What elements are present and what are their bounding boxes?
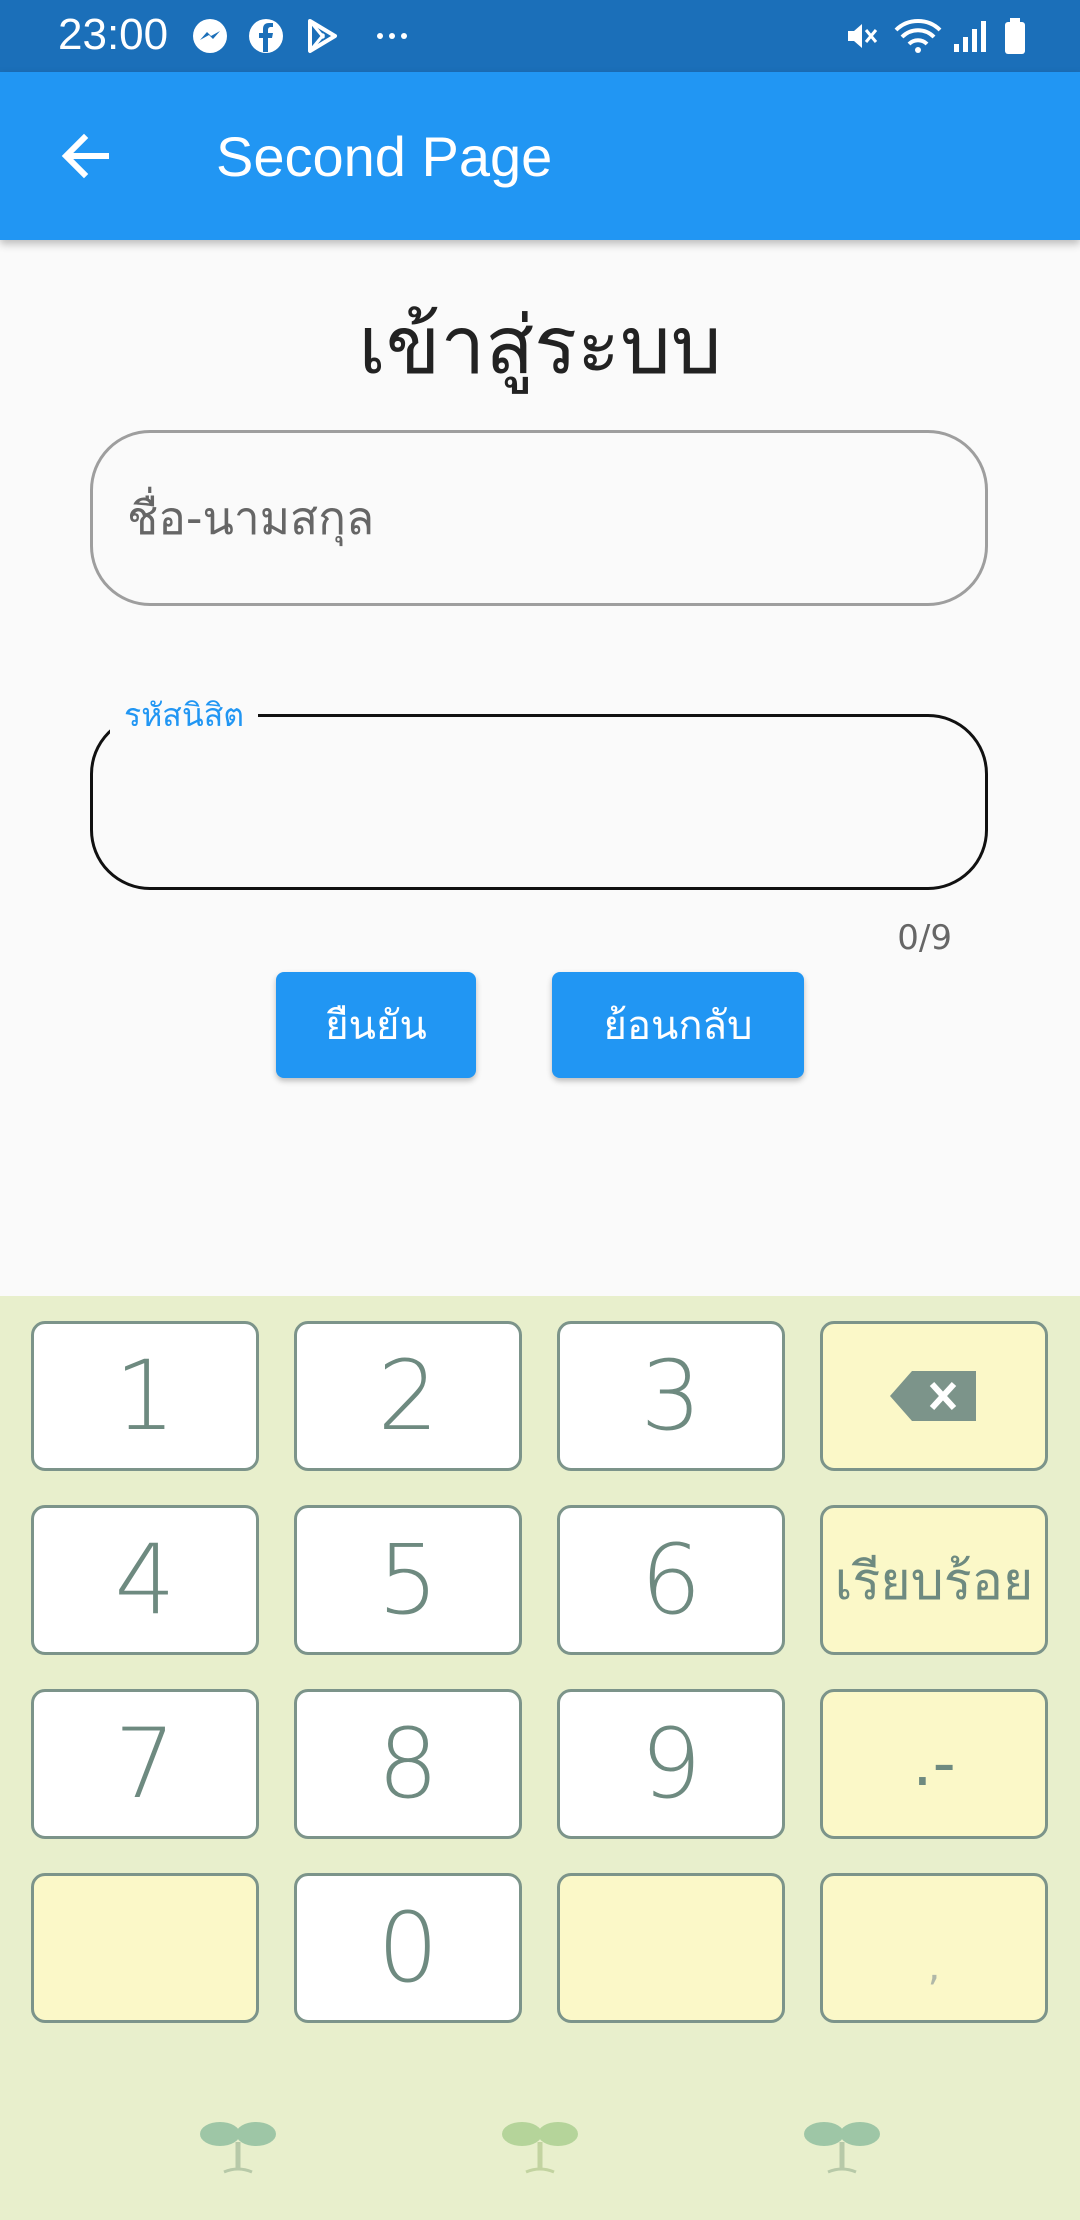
key-8[interactable]: 8 [294, 1689, 522, 1839]
blank-key-right[interactable] [557, 1873, 785, 2023]
key-4[interactable]: 4 [31, 1505, 259, 1655]
confirm-button[interactable]: ยืนยัน [276, 972, 476, 1078]
mute-icon [848, 24, 878, 48]
key-1[interactable]: 1 [31, 1321, 259, 1471]
comma-key[interactable]: , [820, 1873, 1048, 2023]
key-6[interactable]: 6 [557, 1505, 785, 1655]
dot-dash-key[interactable]: .- [820, 1689, 1048, 1839]
sprout-icon [200, 2122, 276, 2174]
key-0[interactable]: 0 [294, 1873, 522, 2023]
app-bar-title: Second Page [216, 125, 553, 188]
key-5[interactable]: 5 [294, 1505, 522, 1655]
status-bar: 23:00 [0, 0, 1080, 72]
facebook-icon [249, 19, 283, 53]
name-field[interactable] [90, 430, 988, 606]
done-key[interactable]: เรียบร้อย [820, 1505, 1048, 1655]
battery-icon [1005, 18, 1025, 54]
backspace-icon [890, 1371, 976, 1421]
status-time: 23:00 [58, 10, 169, 59]
key-7[interactable]: 7 [31, 1689, 259, 1839]
key-3[interactable]: 3 [557, 1321, 785, 1471]
app-bar: Second Page [0, 72, 1080, 240]
page-title: เข้าสู่ระบบ [358, 299, 722, 392]
sprout-icon [804, 2122, 880, 2174]
student-id-input[interactable] [93, 717, 985, 887]
play-store-icon [308, 19, 337, 53]
key-2[interactable]: 2 [294, 1321, 522, 1471]
name-input[interactable] [93, 433, 985, 603]
signal-icon [954, 21, 986, 52]
student-id-label: รหัสนิสิต [110, 690, 258, 741]
sprout-icon [502, 2122, 578, 2174]
more-icon [377, 33, 407, 39]
back-button[interactable]: ย้อนกลับ [552, 972, 804, 1078]
back-arrow-icon[interactable] [54, 124, 118, 188]
messenger-icon [193, 19, 227, 53]
wifi-icon [894, 19, 942, 53]
blank-key-left[interactable] [31, 1873, 259, 2023]
key-9[interactable]: 9 [557, 1689, 785, 1839]
backspace-key[interactable] [820, 1321, 1048, 1471]
character-counter: 0/9 [897, 918, 952, 958]
